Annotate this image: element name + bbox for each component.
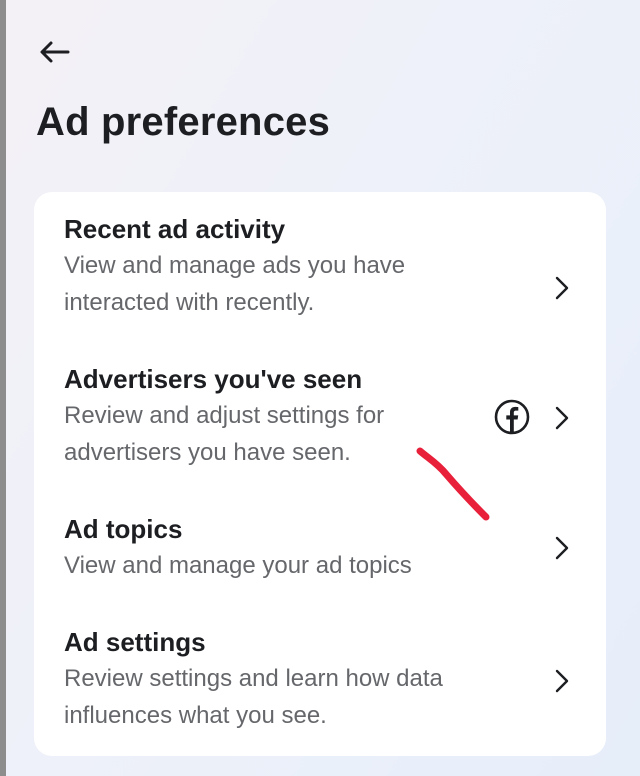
arrow-left-icon: [40, 41, 70, 63]
menu-item-title: Advertisers you've seen: [64, 364, 363, 394]
menu-item-ad-settings[interactable]: Ad settings Review settings and learn ho…: [34, 625, 606, 743]
chevron-right-icon: [552, 404, 572, 432]
menu-item-title: Recent ad activity: [64, 214, 286, 244]
menu-item-ad-topics[interactable]: Ad topics View and manage your ad topics: [34, 512, 606, 592]
screen-edge: [0, 0, 6, 776]
facebook-icon: [494, 399, 530, 435]
menu-item-description: Review settings and learn how data influ…: [64, 665, 443, 729]
chevron-right-icon: [552, 534, 572, 562]
chevron-right-icon: [552, 667, 572, 695]
back-button[interactable]: [34, 32, 74, 72]
menu-item-title: Ad topics: [64, 514, 183, 544]
menu-item-title: Ad settings: [64, 627, 206, 657]
menu-item-recent-ad-activity[interactable]: Recent ad activity View and manage ads y…: [34, 212, 606, 330]
menu-item-description: View and manage ads you have interacted …: [64, 252, 406, 316]
menu-item-description: Review and adjust settings for advertise…: [64, 402, 385, 466]
page-title: Ad preferences: [36, 100, 331, 144]
chevron-right-icon: [552, 274, 572, 302]
menu-item-description: View and manage your ad topics: [64, 552, 412, 579]
ad-preferences-card: Recent ad activity View and manage ads y…: [34, 192, 606, 756]
menu-item-advertisers-youve-seen[interactable]: Advertisers you've seen Review and adjus…: [34, 362, 606, 480]
